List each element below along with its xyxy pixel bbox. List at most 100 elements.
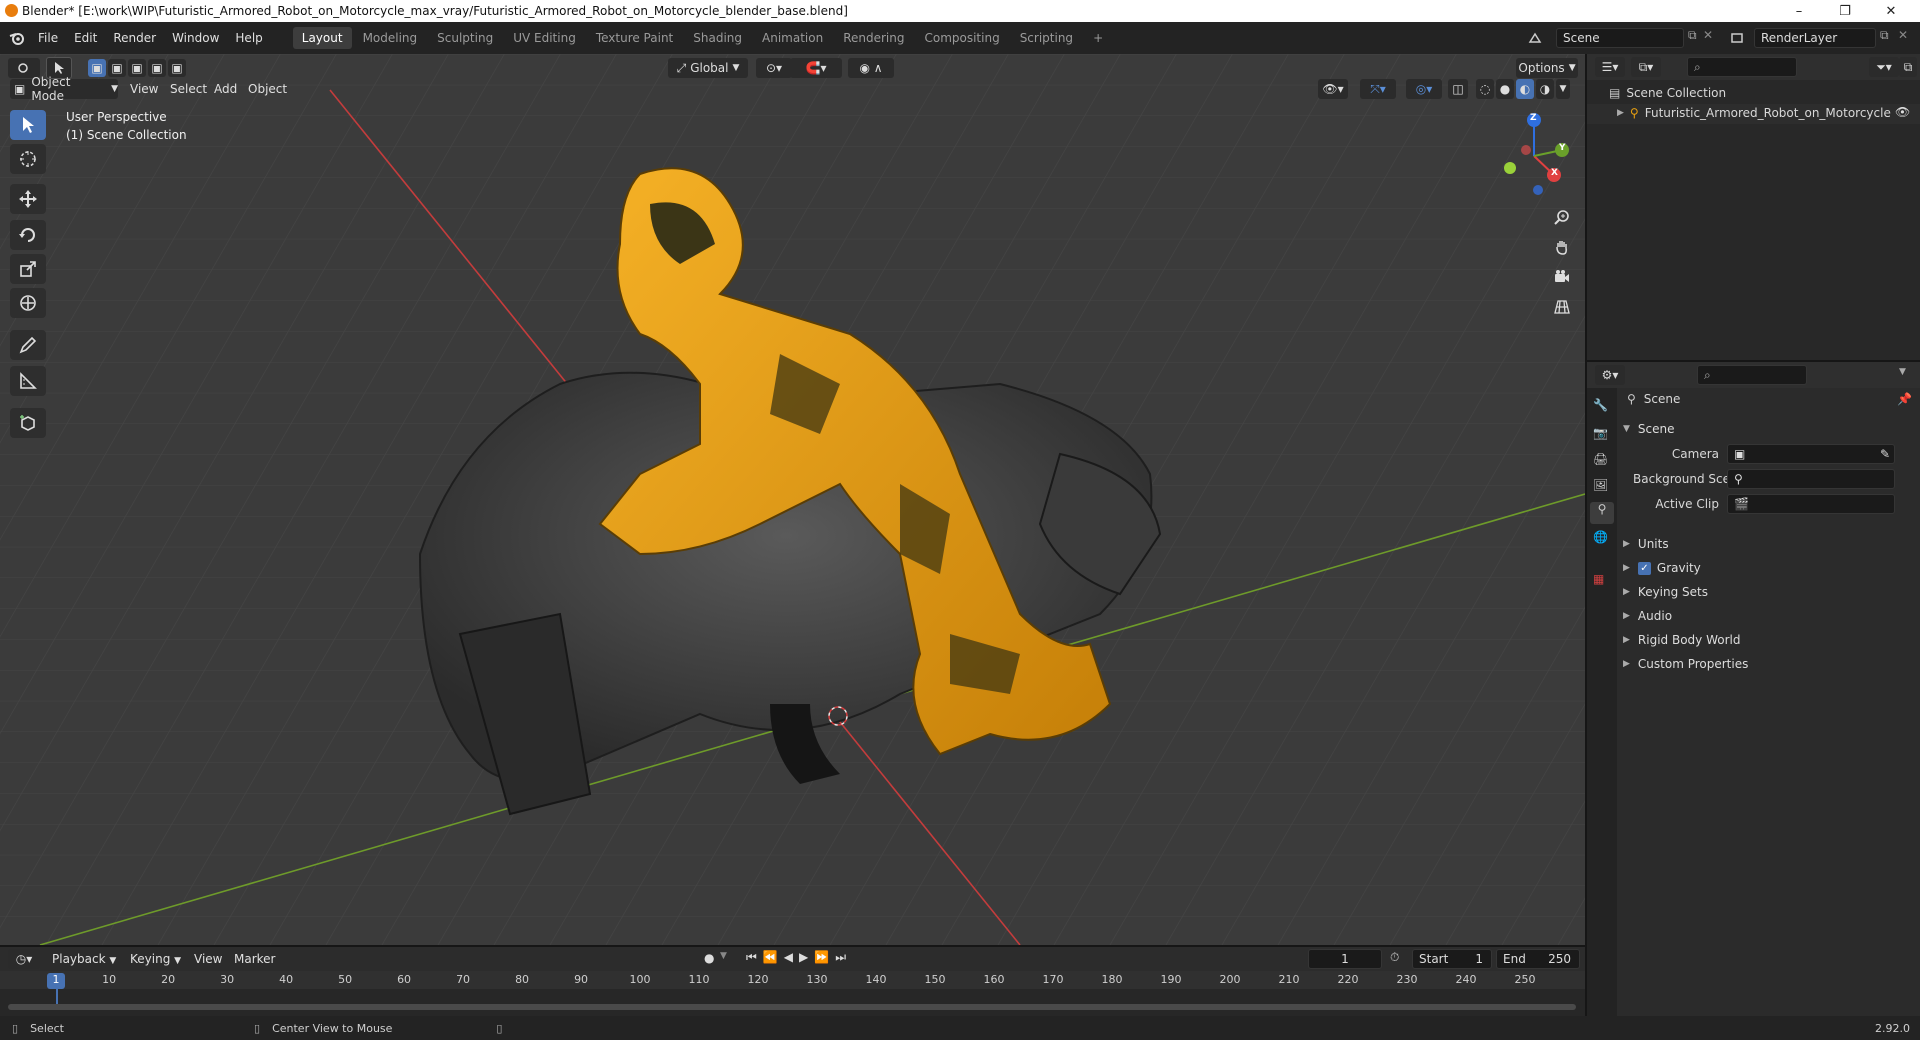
background-scene-field[interactable]: ⚲ <box>1727 469 1895 489</box>
tab-sculpting[interactable]: Sculpting <box>428 27 502 49</box>
tab-modeling[interactable]: Modeling <box>354 27 427 49</box>
chevron-down-icon[interactable]: ▼ <box>1899 367 1906 377</box>
scene-remove-icon[interactable]: ✕ <box>1703 28 1713 42</box>
menu-help[interactable]: Help <box>227 26 270 50</box>
timeline-editor-type-icon[interactable]: ◷▾ <box>8 949 40 969</box>
scale-tool[interactable] <box>10 254 46 284</box>
texture-tab-icon[interactable]: ▦ <box>1593 572 1604 586</box>
menu-window[interactable]: Window <box>164 26 227 50</box>
add-workspace-button[interactable]: + <box>1084 27 1112 49</box>
minimize-button[interactable]: – <box>1776 0 1822 22</box>
proportional-edit-icon[interactable]: ◉ ∧ <box>848 58 894 78</box>
outliner-editor-type-icon[interactable]: ☰▾ <box>1595 57 1625 77</box>
pivot-point-icon[interactable]: ⊙▾ <box>756 58 792 78</box>
snap-toggle-icon[interactable]: 🧲▾ <box>790 58 842 78</box>
chevron-down-icon[interactable]: ▼ <box>720 951 727 961</box>
gravity-checkbox[interactable]: ✓ <box>1637 561 1651 575</box>
wireframe-shading-icon[interactable]: ◌ <box>1476 79 1494 99</box>
perspective-toggle-icon[interactable] <box>1549 294 1575 320</box>
viewport-menu-view[interactable]: View <box>122 77 166 101</box>
tab-shading[interactable]: Shading <box>684 27 751 49</box>
transform-tool[interactable] <box>10 288 46 318</box>
rendered-shading-icon[interactable]: ◑ <box>1536 79 1554 99</box>
expand-arrow-icon[interactable]: ▶ <box>1617 108 1624 118</box>
solid-shading-icon[interactable]: ● <box>1496 79 1514 99</box>
select-intersect-mode-icon[interactable]: ▣ <box>168 59 186 77</box>
visibility-eye-icon[interactable]: 👁 <box>1895 105 1910 119</box>
custom-properties-panel-header[interactable]: ▶ Custom Properties <box>1623 652 1748 676</box>
renderlayer-new-icon[interactable]: ⧉ <box>1880 28 1889 43</box>
overlays-toggle-icon[interactable]: ◎▾ <box>1406 79 1442 99</box>
play-reverse-icon[interactable]: ◀ <box>784 950 793 965</box>
area-separator-vertical[interactable] <box>1585 54 1587 1016</box>
gravity-panel-header[interactable]: ▶ ✓ Gravity <box>1623 556 1701 580</box>
output-tab-icon[interactable]: 🖨 <box>1593 452 1608 466</box>
timeline-menu-keying[interactable]: Keying ▼ <box>122 947 189 971</box>
pan-hand-icon[interactable] <box>1549 234 1575 260</box>
record-button-icon[interactable]: ● <box>704 951 714 965</box>
audio-panel-header[interactable]: ▶ Audio <box>1623 604 1672 628</box>
select-box-tool[interactable] <box>10 110 46 140</box>
eyedropper-icon[interactable]: ✎ <box>1880 445 1890 463</box>
tool-tab-icon[interactable]: 🔧 <box>1593 398 1608 412</box>
pin-icon[interactable]: 📌 <box>1897 392 1912 406</box>
tab-texture-paint[interactable]: Texture Paint <box>587 27 682 49</box>
properties-editor-type-icon[interactable]: ⚙▾ <box>1595 365 1625 385</box>
rigid-body-world-panel-header[interactable]: ▶ Rigid Body World <box>1623 628 1740 652</box>
renderlayer-browse-icon[interactable] <box>1724 27 1750 49</box>
scene-field[interactable]: Scene <box>1556 28 1684 48</box>
properties-search-input[interactable]: ⌕ <box>1697 365 1807 385</box>
select-invert-mode-icon[interactable]: ▣ <box>148 59 166 77</box>
timeline-menu-view[interactable]: View <box>186 947 230 971</box>
timeline-menu-marker[interactable]: Marker <box>226 947 283 971</box>
viewport-scene[interactable] <box>0 54 1585 945</box>
menu-render[interactable]: Render <box>105 26 164 50</box>
menu-file[interactable]: File <box>30 26 66 50</box>
gizmo-toggle-icon[interactable]: ⤧▾ <box>1360 79 1396 99</box>
select-subtract-mode-icon[interactable]: ▣ <box>128 59 146 77</box>
active-clip-field[interactable]: 🎬 <box>1727 494 1895 514</box>
blender-menu-icon[interactable] <box>4 26 30 50</box>
jump-start-icon[interactable]: ⏮ <box>746 950 757 965</box>
timeline-menu-playback[interactable]: Playback ▼ <box>44 947 124 971</box>
options-dropdown[interactable]: Options ▼ <box>1516 58 1578 78</box>
area-separator-horizontal[interactable] <box>1587 360 1920 362</box>
move-tool[interactable] <box>10 184 46 214</box>
xray-toggle-icon[interactable]: ◫ <box>1448 79 1468 99</box>
renderlayer-field[interactable]: RenderLayer <box>1754 28 1876 48</box>
preview-range-icon[interactable]: ⏱ <box>1390 950 1399 965</box>
prev-keyframe-icon[interactable]: ⏪ <box>763 950 778 965</box>
maximize-button[interactable]: ❐ <box>1822 0 1868 22</box>
annotate-tool[interactable] <box>10 330 46 360</box>
tab-layout[interactable]: Layout <box>292 27 352 49</box>
zoom-icon[interactable] <box>1549 204 1575 230</box>
outliner-search-input[interactable]: ⌕ <box>1687 57 1797 77</box>
camera-view-icon[interactable] <box>1549 264 1575 290</box>
shading-options-chevron-icon[interactable]: ▼ <box>1556 79 1570 99</box>
measure-tool[interactable] <box>10 366 46 396</box>
render-tab-icon[interactable]: 📷 <box>1593 426 1608 440</box>
tab-animation[interactable]: Animation <box>753 27 832 49</box>
scene-tab-icon[interactable]: ⚲ <box>1590 502 1614 524</box>
close-window-button[interactable]: ✕ <box>1868 0 1914 22</box>
material-preview-shading-icon[interactable]: ◐ <box>1516 79 1534 99</box>
navigation-gizmo[interactable]: Z X Y <box>1488 110 1578 200</box>
world-tab-icon[interactable]: 🌐 <box>1593 530 1608 544</box>
cursor-tool[interactable] <box>10 144 46 174</box>
view-layer-tab-icon[interactable]: 🖼 <box>1593 478 1608 492</box>
scene-new-icon[interactable]: ⧉ <box>1688 28 1697 43</box>
display-mode-icon[interactable]: ⧉▾ <box>1631 57 1661 77</box>
outliner-root-row[interactable]: ▤ Scene Collection <box>1609 86 1726 100</box>
camera-field[interactable]: ▣ ✎ <box>1727 444 1895 464</box>
visibility-icon[interactable]: 👁▾ <box>1318 79 1348 99</box>
outliner-item-row[interactable]: ▶ ⚲ Futuristic_Armored_Robot_on_Motorcyc… <box>1617 106 1891 120</box>
transform-orientation-dropdown[interactable]: ⤢ Global ▼ <box>668 58 748 78</box>
tab-compositing[interactable]: Compositing <box>915 27 1008 49</box>
tab-uv-editing[interactable]: UV Editing <box>504 27 585 49</box>
add-cube-tool[interactable] <box>10 408 46 438</box>
current-frame-field[interactable]: 1 <box>1308 949 1382 969</box>
renderlayer-remove-icon[interactable]: ✕ <box>1898 28 1908 42</box>
jump-end-icon[interactable]: ⏭ <box>835 950 846 965</box>
scene-browse-icon[interactable] <box>1522 27 1548 49</box>
end-frame-field[interactable]: End 250 <box>1496 949 1580 969</box>
